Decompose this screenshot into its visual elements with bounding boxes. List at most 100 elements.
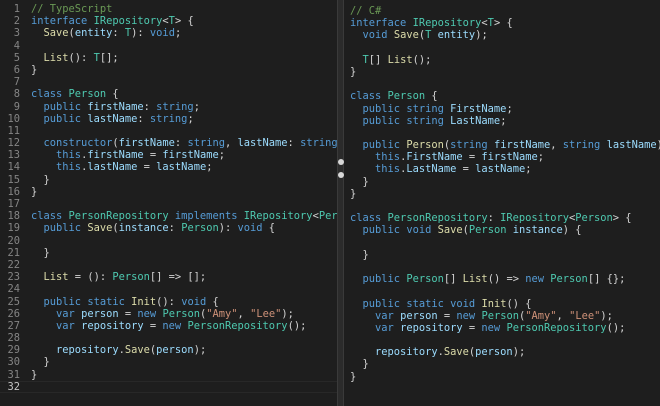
code-token: lastName	[237, 137, 288, 150]
code-text: }	[31, 186, 37, 198]
code-token: }	[31, 173, 50, 186]
code-token: FirstName	[450, 102, 507, 115]
code-line[interactable]: 3 Save(entity: T): void;	[0, 27, 337, 39]
code-line[interactable]: // C#	[344, 5, 660, 17]
code-line[interactable]: 20	[0, 235, 337, 247]
code-line[interactable]: this.FirstName = firstName;	[344, 151, 660, 163]
code-line[interactable]: 8 class Person {	[0, 88, 337, 100]
code-line[interactable]: 14 this.lastName = lastName;	[0, 161, 337, 173]
line-number: 28	[7, 332, 20, 345]
code-line[interactable]	[344, 334, 660, 346]
code-token: =	[118, 307, 138, 320]
code-token: this	[375, 163, 401, 176]
code-token: Person	[112, 271, 150, 284]
code-line[interactable]: 29 repository.Save(person);	[0, 344, 337, 356]
code-token: ;	[506, 102, 513, 115]
split-view-divider[interactable]	[337, 0, 344, 406]
code-line[interactable]	[344, 127, 660, 139]
line-number: 1	[13, 3, 20, 15]
code-token: ;	[500, 114, 507, 127]
code-token: ):	[131, 27, 150, 40]
code-line[interactable]: public static void Init() {	[344, 298, 660, 310]
code-line[interactable]: this.LastName = lastName;	[344, 163, 660, 175]
code-line[interactable]: public string FirstName;	[344, 103, 660, 115]
line-number: 10	[7, 112, 20, 125]
code-line[interactable]: T[] List();	[344, 54, 660, 66]
code-line[interactable]: var person = new Person("Amy", "Lee");	[344, 310, 660, 322]
code-line[interactable]: void Save(T entity);	[344, 29, 660, 41]
code-line[interactable]: 32	[0, 380, 337, 393]
code-line[interactable]: 21 }	[0, 247, 337, 259]
code-line[interactable]: 31}	[0, 369, 337, 381]
code-token: Person	[575, 212, 613, 225]
code-line[interactable]	[344, 285, 660, 297]
code-line[interactable]: repository.Save(person);	[344, 346, 660, 358]
code-line[interactable]: var repository = new PersonRepository();	[344, 322, 660, 334]
code-token: }	[31, 63, 38, 76]
code-token: =	[143, 149, 163, 162]
code-line[interactable]: }	[344, 176, 660, 188]
csharp-editor-pane[interactable]: // C# interface IRepository<T> { void Sav…	[344, 0, 660, 406]
code-line[interactable]: }	[344, 371, 660, 383]
code-line[interactable]: }	[344, 249, 660, 261]
code-line[interactable]: 28	[0, 332, 337, 344]
code-line[interactable]: public string LastName;	[344, 115, 660, 127]
code-line[interactable]: }	[344, 188, 660, 200]
code-line[interactable]: 4	[0, 40, 337, 52]
code-line[interactable]: 15 }	[0, 174, 337, 186]
code-line[interactable]: 13 this.firstName = firstName;	[0, 149, 337, 161]
code-token: );	[281, 307, 294, 320]
code-line[interactable]: 2 interface IRepository<T> {	[0, 15, 337, 27]
code-line[interactable]: interface IRepository<T> {	[344, 17, 660, 29]
code-line[interactable]: class Person {	[344, 90, 660, 102]
code-token: PersonRepository	[187, 319, 288, 332]
code-line[interactable]: 7	[0, 76, 337, 88]
code-line[interactable]	[344, 42, 660, 54]
code-line[interactable]: 24	[0, 283, 337, 295]
code-line[interactable]: 9 public firstName: string;	[0, 101, 337, 113]
typescript-editor-pane[interactable]: 1 // TypeScript 2 interface IRepository<T> …	[0, 0, 337, 406]
code-line[interactable]: class PersonRepository: IRepository<Pers…	[344, 212, 660, 224]
code-token: ;	[218, 149, 225, 162]
code-line[interactable]: 11	[0, 125, 337, 137]
code-line[interactable]: 27 var repository = new PersonRepository…	[0, 320, 337, 332]
code-line[interactable]: 26 var person = new Person("Amy", "Lee")…	[0, 308, 337, 320]
code-line[interactable]: 16}	[0, 186, 337, 198]
code-line[interactable]: }	[344, 66, 660, 78]
line-number: 18	[7, 210, 20, 223]
code-line[interactable]: 23 List = (): Person[] => [];	[0, 271, 337, 283]
code-text: var repository = new PersonRepository();	[350, 322, 625, 334]
code-line[interactable]: public void Save(Person instance) {	[344, 224, 660, 236]
code-line[interactable]	[344, 200, 660, 212]
code-line[interactable]	[344, 261, 660, 273]
code-line[interactable]: public Person(string firstName, string l…	[344, 139, 660, 151]
code-text: this.LastName = lastName;	[350, 163, 531, 175]
code-line[interactable]: 25 public static Init(): void {	[0, 296, 337, 308]
code-line[interactable]	[344, 78, 660, 90]
code-text: }	[31, 369, 37, 381]
code-line[interactable]: 19 public Save(instance: Person): void {	[0, 222, 337, 234]
current-line-highlight	[0, 380, 337, 393]
code-line[interactable]: 10 public lastName: string;	[0, 113, 337, 125]
code-line[interactable]: 17	[0, 198, 337, 210]
code-token: Person	[68, 88, 107, 101]
code-line[interactable]: 18 class PersonRepository implements IRep…	[0, 210, 337, 222]
code-token: this	[375, 151, 401, 164]
code-line[interactable]: 30 }	[0, 356, 337, 368]
code-token: () =>	[487, 273, 526, 286]
code-line[interactable]: public Person[] List() => new Person[] {…	[344, 273, 660, 285]
code-line[interactable]: }	[344, 358, 660, 370]
code-line[interactable]: 5 List(): T[];	[0, 52, 337, 64]
code-line[interactable]: 1 // TypeScript	[0, 3, 337, 15]
line-number: 29	[7, 344, 20, 357]
code-token: public	[362, 297, 401, 310]
line-number: 8	[13, 88, 20, 101]
code-line[interactable]: 22	[0, 259, 337, 271]
code-line[interactable]: 12 constructor(firstName: string, lastNa…	[0, 137, 337, 149]
code-line[interactable]: 6}	[0, 64, 337, 76]
code-line[interactable]	[344, 237, 660, 249]
